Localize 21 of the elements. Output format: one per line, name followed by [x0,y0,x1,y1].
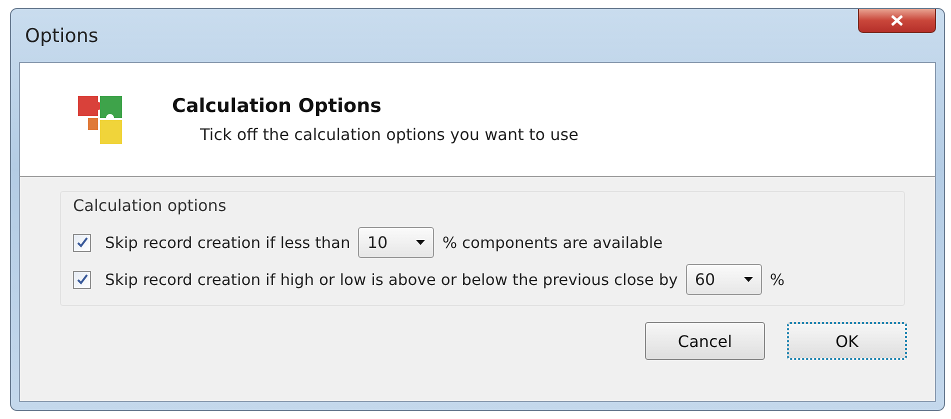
option-label: Skip record creation if less than [105,234,350,252]
percent-dropdown[interactable]: 60 [686,264,762,295]
checkbox[interactable] [73,234,91,252]
header-subtitle: Tick off the calculation options you want to use [200,125,578,144]
dialog-button[interactable]: Cancel [645,322,765,360]
close-button[interactable] [858,9,936,33]
checkbox[interactable] [73,270,91,288]
option-label: % [770,270,785,288]
close-icon [891,15,903,26]
caret-icon [744,277,753,282]
percent-dropdown[interactable]: 10 [358,227,434,258]
option-label: Skip record creation if high or low is above or below the previous close by [105,270,678,288]
dialog-button[interactable]: OK [787,322,907,360]
puzzle-icon [78,96,122,144]
window-title: Options [25,24,98,46]
check-mark-icon [76,274,88,285]
group-title: Calculation options [73,196,228,215]
header-title: Calculation Options [172,95,382,117]
caret-icon [416,240,426,245]
option-label: % components are available [442,234,663,252]
check-mark-icon [76,237,88,248]
